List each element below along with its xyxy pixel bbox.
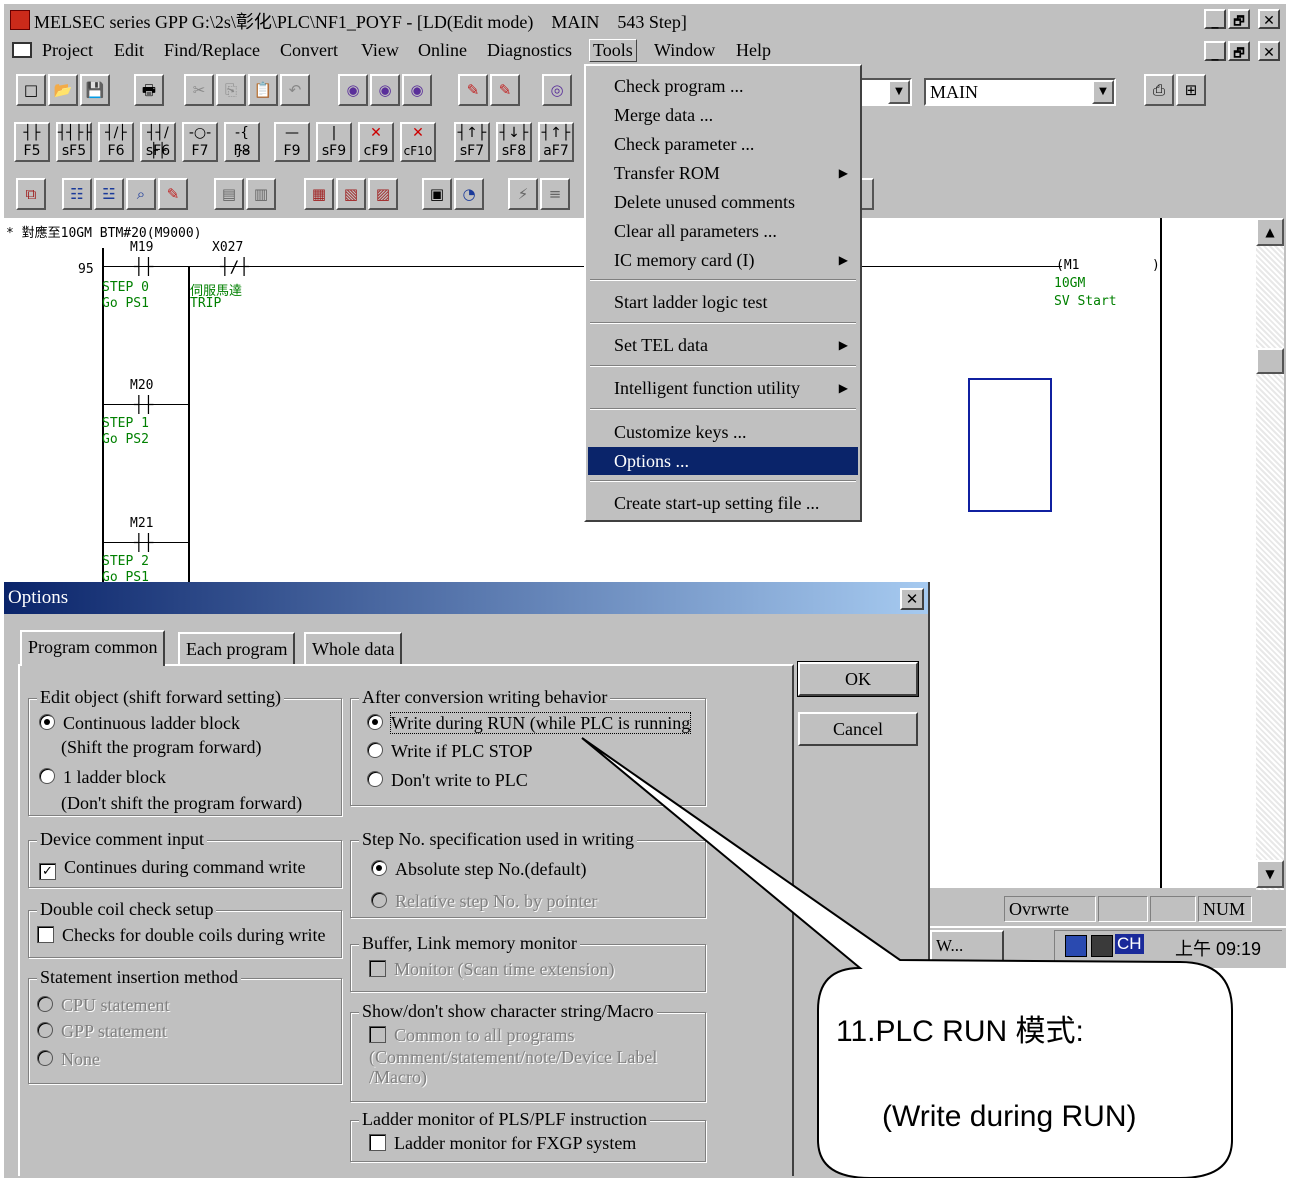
tab-program-common[interactable]: Program common — [20, 630, 166, 666]
callout-subtitle: (Write during RUN) — [882, 1100, 1137, 1133]
callout-svg — [581, 737, 1233, 1178]
callout-title: 11.PLC RUN 模式: — [836, 1015, 1084, 1048]
